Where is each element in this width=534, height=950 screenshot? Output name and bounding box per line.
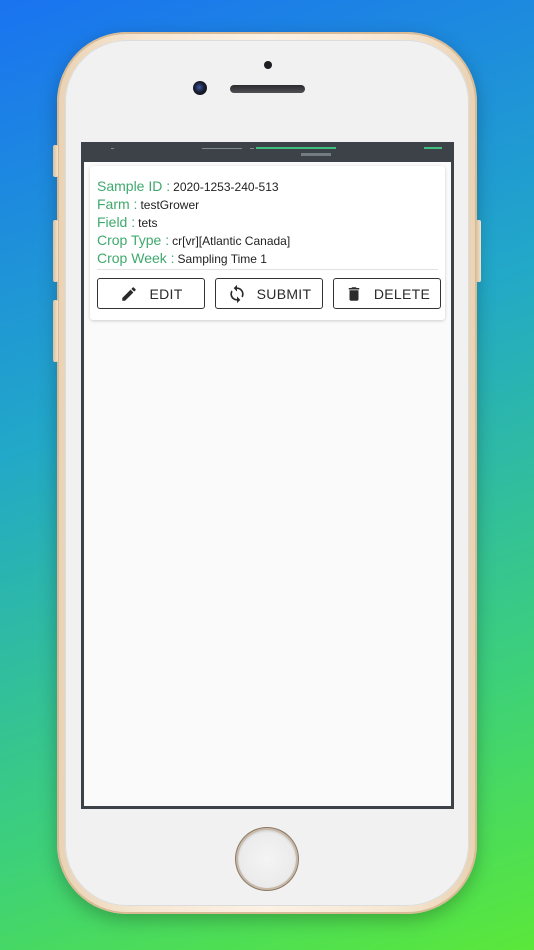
sample-id-value: 2020-1253-240-513 [173, 180, 279, 194]
submit-label: SUBMIT [256, 285, 312, 302]
home-button[interactable] [238, 830, 296, 888]
farm-value: testGrower [140, 198, 200, 212]
crop-type-row: Crop Type : cr[vr][Atlantic Canada] [97, 232, 290, 250]
card-divider [97, 269, 438, 270]
status-battery-accent [424, 147, 442, 149]
status-progress-accent [256, 147, 336, 149]
crop-week-row: Crop Week : Sampling Time 1 [97, 250, 267, 268]
farm-row: Farm : testGrower [97, 196, 199, 214]
submit-button[interactable]: SUBMIT [215, 278, 323, 309]
proximity-sensor [264, 61, 272, 69]
delete-label: DELETE [373, 285, 431, 302]
crop-week-label: Crop Week : [97, 250, 175, 266]
sample-id-label: Sample ID : [97, 178, 171, 194]
farm-label: Farm : [97, 196, 138, 212]
crop-week-value: Sampling Time 1 [177, 252, 267, 266]
pencil-icon [119, 284, 139, 304]
app-content: Sample ID : 2020-1253-240-513 Farm : tes… [84, 162, 451, 806]
earpiece-speaker [230, 85, 305, 93]
sync-icon [227, 284, 247, 304]
field-label: Field : [97, 214, 136, 230]
field-row: Field : tets [97, 214, 157, 232]
front-camera [193, 81, 207, 95]
volume-up-button [53, 220, 58, 282]
sample-id-row: Sample ID : 2020-1253-240-513 [97, 178, 279, 196]
edit-button[interactable]: EDIT [97, 278, 205, 309]
status-bar [84, 142, 451, 162]
power-button [476, 220, 481, 282]
phone-screen: Sample ID : 2020-1253-240-513 Farm : tes… [81, 142, 454, 809]
volume-down-button [53, 300, 58, 362]
sample-card: Sample ID : 2020-1253-240-513 Farm : tes… [90, 166, 445, 320]
trash-icon [344, 284, 364, 304]
crop-type-label: Crop Type : [97, 232, 170, 248]
mute-switch [53, 145, 58, 177]
edit-label: EDIT [149, 285, 183, 302]
delete-button[interactable]: DELETE [333, 278, 441, 309]
crop-type-value: cr[vr][Atlantic Canada] [172, 234, 291, 248]
field-value: tets [138, 216, 158, 230]
